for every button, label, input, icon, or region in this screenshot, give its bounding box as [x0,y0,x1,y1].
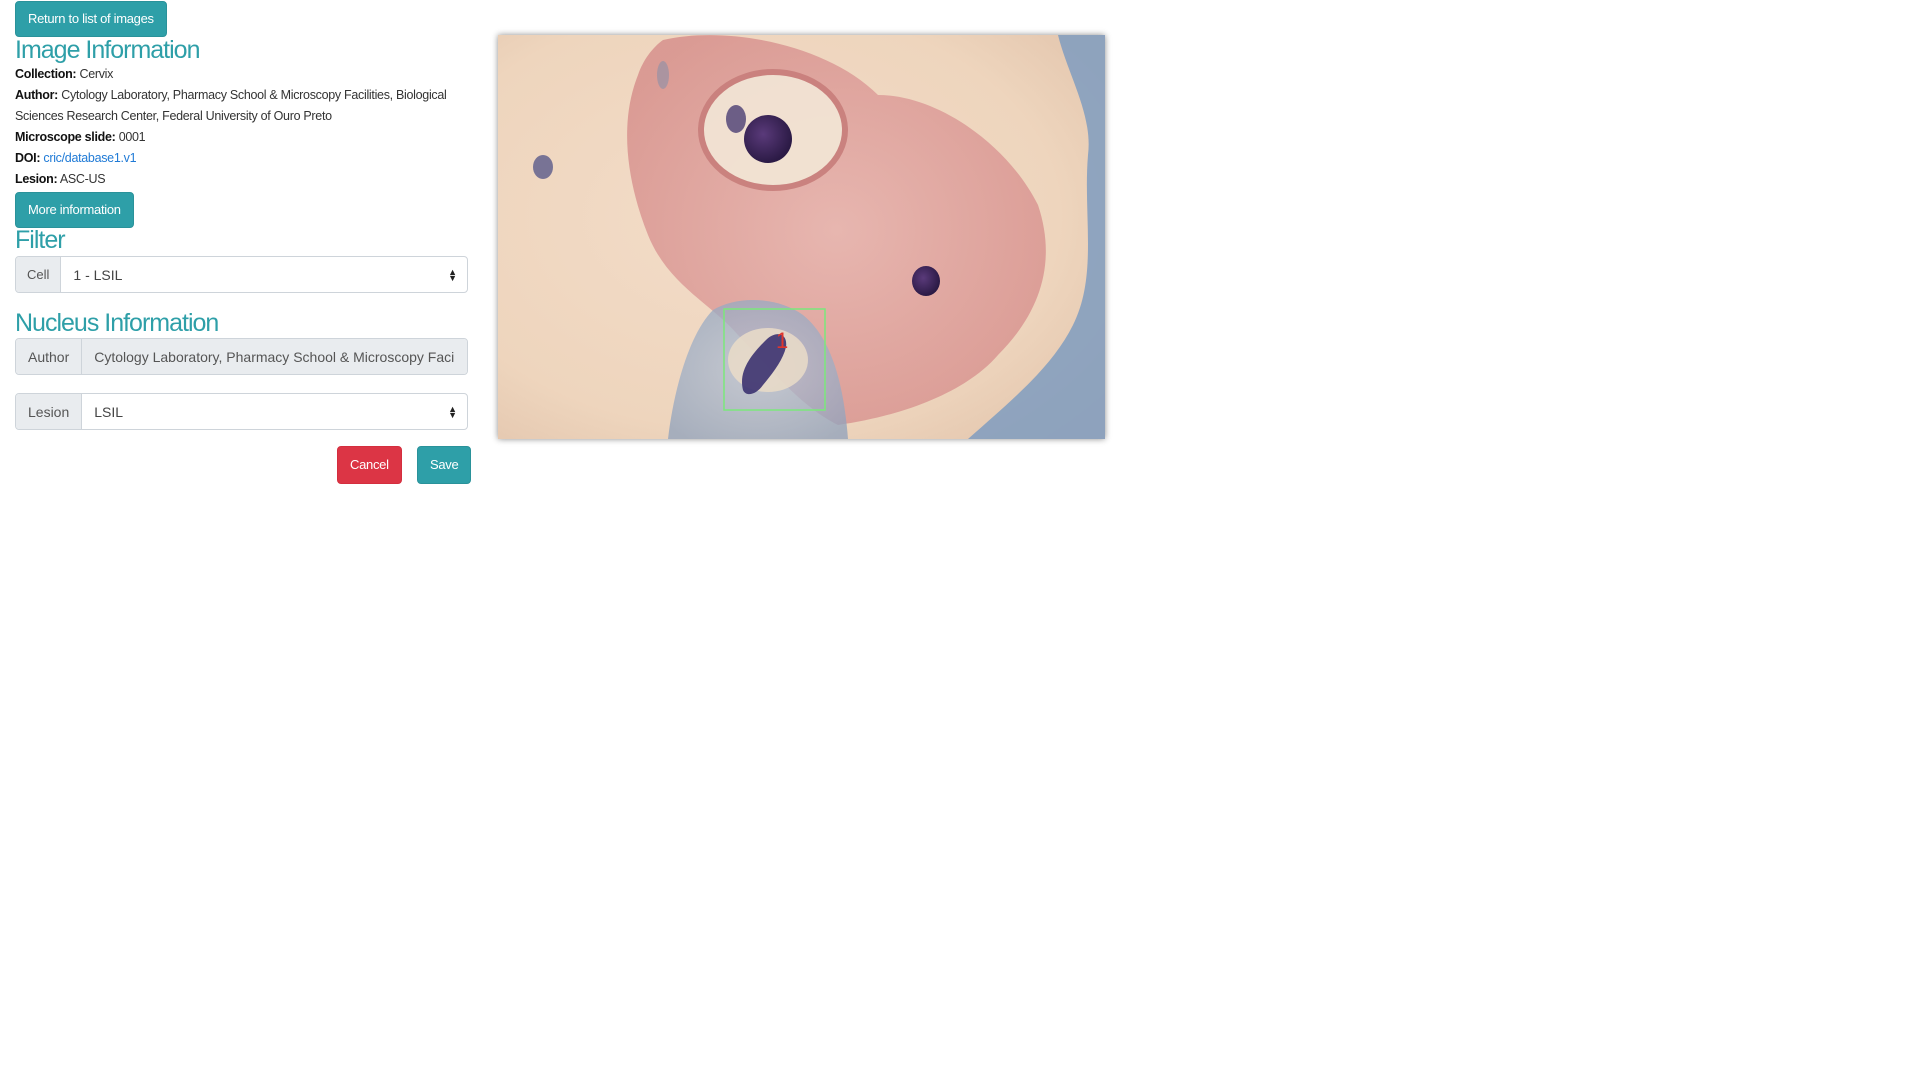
collection-row: Collection: Cervix [15,64,469,85]
nucleus-author-group: Author [15,338,468,375]
cancel-button[interactable]: Cancel [337,446,402,484]
select-arrows-icon: ▲ ▼ [448,266,457,283]
doi-row: DOI: cric/database1.v1 [15,148,469,169]
microscope-slide-value: 0001 [118,130,146,144]
nucleus-fragment [726,105,746,133]
nucleus-lesion-select[interactable]: LSIL ▲ ▼ [82,394,467,429]
microscope-slide-row: Microscope slide: 0001 [15,127,469,148]
nucleus-author-field[interactable] [82,339,467,374]
lesion-row: Lesion: ASC-US [15,169,469,190]
author-label: Author: [15,88,59,102]
lesion-value: ASC-US [59,172,106,186]
doi-label: DOI: [15,151,41,165]
debris-fragment [657,61,669,89]
cell-filter-group: Cell 1 - LSIL ▲ ▼ [15,256,468,293]
select-arrows-icon: ▲ ▼ [448,403,457,420]
return-to-list-button[interactable]: Return to list of images [15,1,167,37]
cell-select[interactable]: 1 - LSIL ▲ ▼ [61,257,467,292]
lesion-label: Lesion: [15,172,58,186]
nucleus-author-addon-label: Author [16,339,83,374]
filter-heading: Filter [15,226,66,254]
cell-nucleus [744,115,792,163]
collection-label: Collection: [15,67,77,81]
save-button[interactable]: Save [417,446,472,484]
nucleus-lesion-selected-value: LSIL [94,403,124,420]
more-information-button[interactable]: More information [15,192,134,228]
annotation-label: 1 [776,328,789,353]
cell-nucleus-right [912,266,940,296]
nucleus-information-heading: Nucleus Information [15,309,219,337]
microscope-slide-label: Microscope slide: [15,130,116,144]
cervical-cell-image [498,35,1105,439]
cell-selected-value: 1 - LSIL [73,266,123,283]
image-information-heading: Image Information [15,36,200,64]
debris-cell [533,155,553,179]
nucleus-lesion-addon-label: Lesion [16,394,83,429]
doi-link[interactable]: cric/database1.v1 [43,151,136,165]
image-information-details: Collection: Cervix Author: Cytology Labo… [15,64,469,190]
nucleus-lesion-group: Lesion LSIL ▲ ▼ [15,393,468,430]
author-value: Cytology Laboratory, Pharmacy School & M… [15,88,447,123]
microscopy-image-viewer[interactable]: 1 [498,35,1105,439]
author-row: Author: Cytology Laboratory, Pharmacy Sc… [15,85,469,127]
collection-value: Cervix [79,67,114,81]
cell-addon-label: Cell [16,257,62,292]
